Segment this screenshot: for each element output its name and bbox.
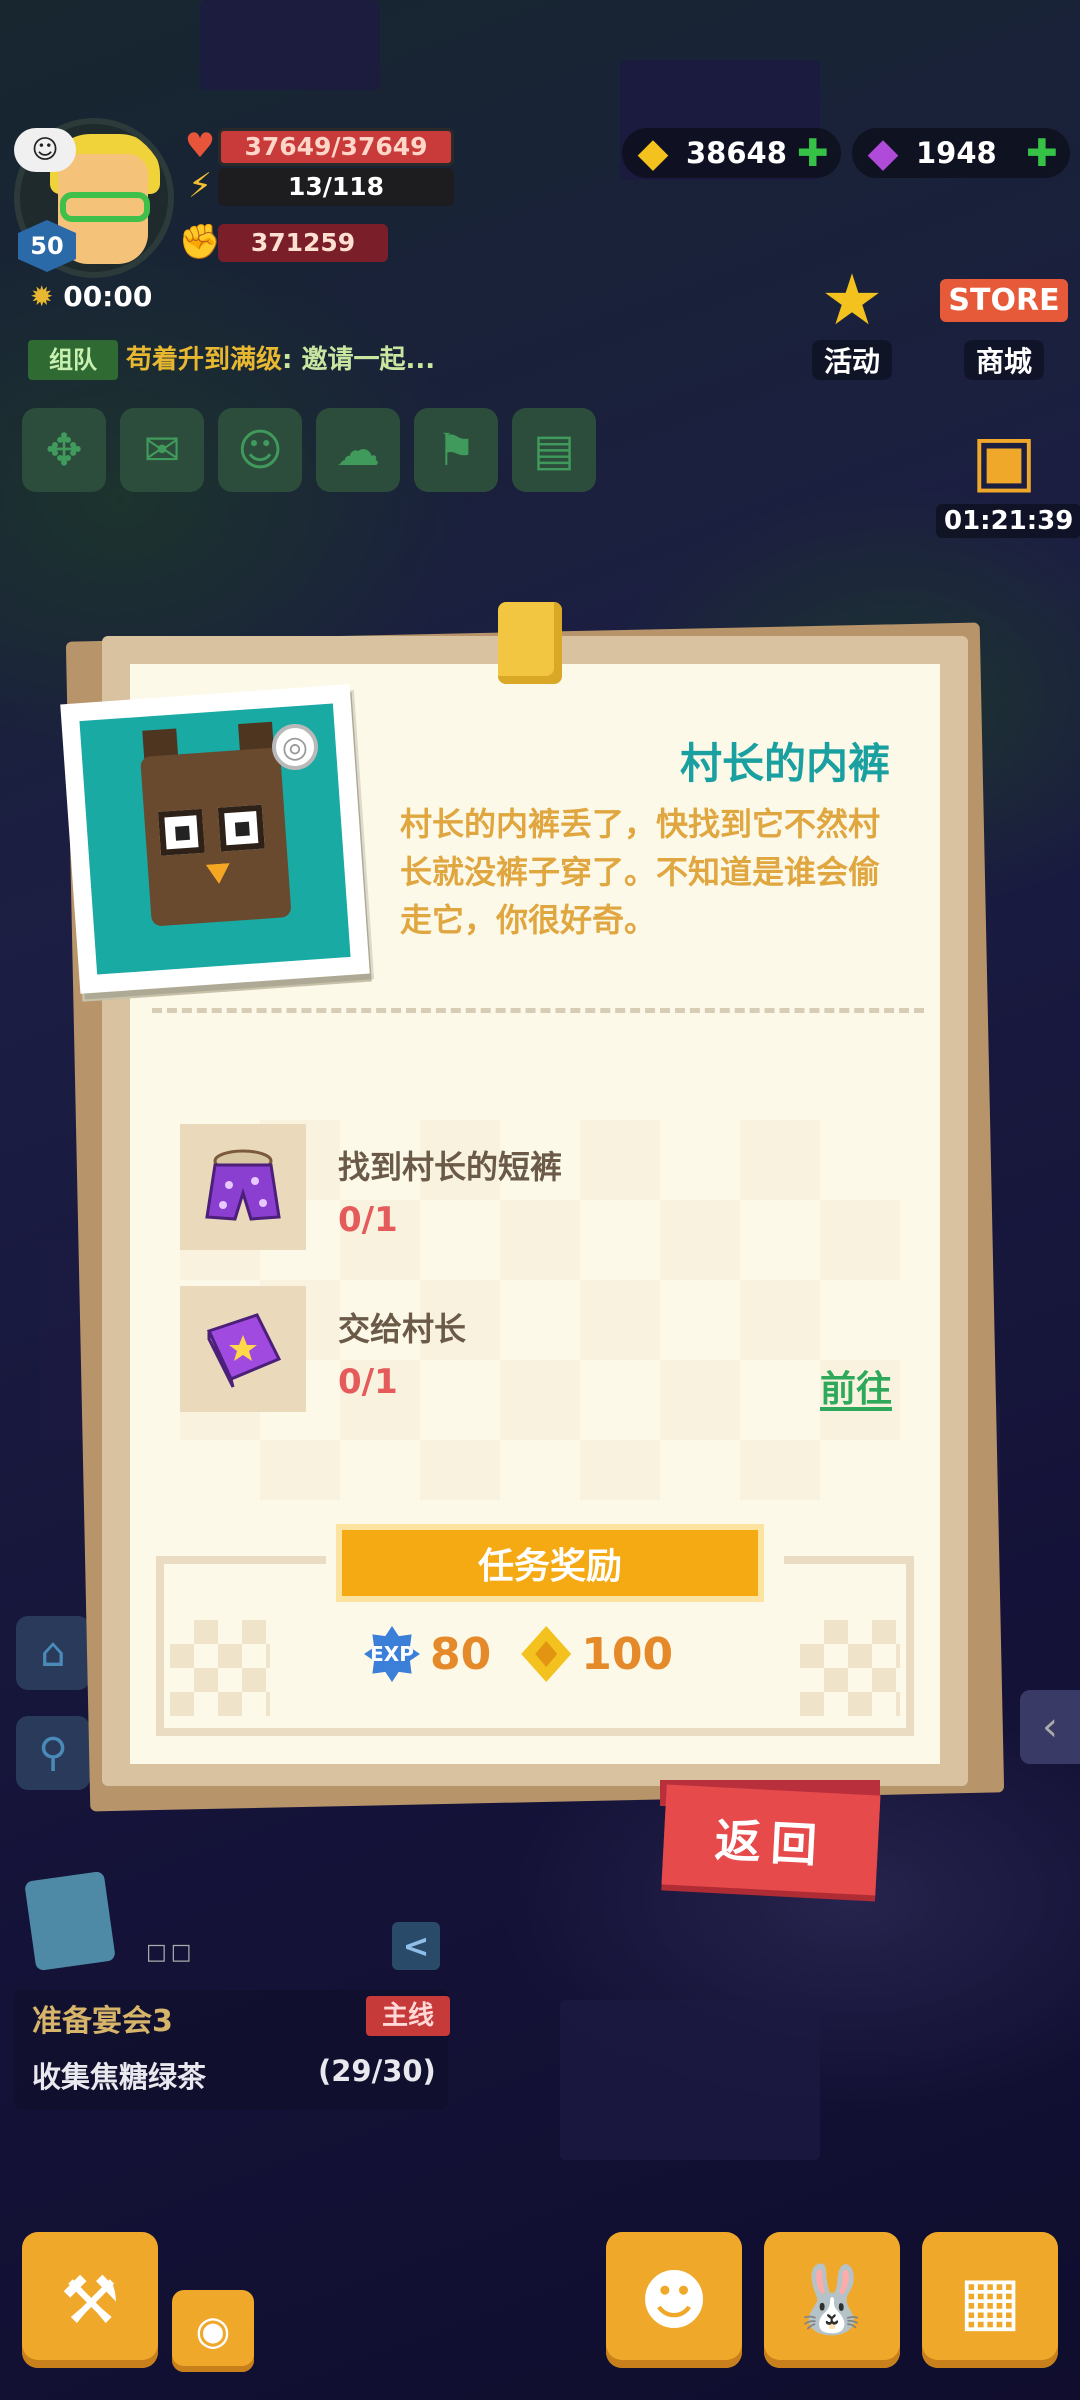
exp-amount: 80 bbox=[430, 1628, 492, 1680]
energy-row: ⚡ bbox=[178, 166, 222, 206]
mission-count: (29/30) bbox=[318, 2054, 436, 2088]
pets-button[interactable]: 🐰 bbox=[764, 2232, 900, 2368]
mission-objective: 收集焦糖绿茶 bbox=[32, 2060, 207, 2094]
store-icon: STORE bbox=[940, 250, 1068, 350]
hammer-icon: ⚒ bbox=[60, 2261, 120, 2339]
quest-description: 村长的内裤丢了，快找到它不然村长就没裤子穿了。不知道是谁会偷走它，你很好奇。 bbox=[400, 805, 881, 939]
task-name: 交给村长 bbox=[338, 1310, 467, 1348]
collapse-mission-button[interactable]: < bbox=[392, 1922, 440, 1970]
events-label: 活动 bbox=[811, 340, 892, 380]
gold-counter: ◆ 38648 ✚ bbox=[622, 128, 841, 178]
store-label: 商城 bbox=[963, 340, 1044, 380]
power-row: ✊ bbox=[178, 222, 222, 262]
task-item: 找到村长的短裤 0/1 bbox=[180, 1124, 880, 1250]
buff-timer: ✹ 00:00 bbox=[30, 280, 152, 313]
team-message[interactable]: 苟着升到满级: 邀请一起... bbox=[126, 340, 435, 380]
lightning-icon: ⚡ bbox=[188, 166, 212, 206]
reward-items: EXP 80 100 bbox=[364, 1626, 673, 1682]
home-button[interactable]: ⌂ bbox=[16, 1616, 90, 1690]
exp-icon: EXP bbox=[364, 1626, 420, 1682]
owl-eye-right bbox=[217, 804, 265, 852]
purple-gem-icon: ◆ bbox=[867, 130, 899, 176]
add-gem-icon[interactable]: ✚ bbox=[1026, 131, 1058, 175]
task-name: 找到村长的短裤 bbox=[338, 1148, 563, 1186]
book-icon bbox=[206, 1313, 282, 1388]
store-button[interactable]: STORE 商城 bbox=[940, 250, 1068, 380]
store-sign-text: STORE bbox=[940, 278, 1068, 322]
backpack-button[interactable]: ▦ bbox=[922, 2232, 1058, 2368]
main-quest-tag: 主线 bbox=[366, 1996, 450, 2036]
hammer-button[interactable]: ⚒ bbox=[22, 2232, 158, 2368]
reward-banner: 任务奖励 bbox=[336, 1524, 764, 1602]
character-button[interactable]: ☻ bbox=[606, 2232, 742, 2368]
chevron-left-icon: ‹ bbox=[1042, 1704, 1058, 1750]
quest-log-icon[interactable] bbox=[24, 1870, 116, 1972]
emote-bubble-icon[interactable]: ☺ bbox=[14, 128, 76, 172]
avatar-glasses bbox=[60, 192, 150, 222]
camera-button[interactable]: ◉ bbox=[172, 2290, 254, 2372]
team-tag[interactable]: 组队 bbox=[28, 340, 118, 380]
owl-eye-left bbox=[157, 808, 205, 856]
hp-value: 37649/37649 bbox=[218, 128, 454, 166]
gear-icon: ✹ bbox=[30, 280, 54, 313]
home-icon: ⌂ bbox=[40, 1630, 66, 1676]
backpack-icon: ▦ bbox=[958, 2261, 1022, 2339]
hp-row: ♥ bbox=[178, 126, 222, 166]
heart-icon: ♥ bbox=[184, 126, 216, 166]
gem-counter: ◆ 1948 ✚ bbox=[852, 128, 1070, 178]
pin-icon bbox=[498, 602, 562, 684]
buff-timer-text: 00:00 bbox=[63, 280, 153, 313]
gem-amount: 1948 bbox=[916, 136, 997, 170]
gold-coin-icon: ◆ bbox=[637, 130, 669, 176]
reward-pattern-left bbox=[170, 1620, 270, 1716]
quick-icon-row: ✥ ✉ ☺ ☁ ⚑ ▤ bbox=[22, 408, 596, 492]
gold-coin-icon bbox=[521, 1626, 572, 1682]
expand-right-button[interactable]: ‹ bbox=[1020, 1690, 1080, 1764]
power-value: 371259 bbox=[218, 224, 388, 262]
task-progress: 0/1 bbox=[338, 1200, 398, 1240]
location-button[interactable]: ⚲ bbox=[16, 1716, 90, 1790]
events-button[interactable]: ★ 活动 bbox=[792, 250, 912, 380]
goto-link[interactable]: 前往 bbox=[820, 1360, 892, 1412]
pets-icon: 🐰 bbox=[790, 2261, 874, 2338]
reward-pattern-right bbox=[800, 1620, 900, 1716]
star-chest-icon: ★ bbox=[820, 259, 884, 341]
target-icon: ◎ bbox=[272, 724, 318, 770]
gift-countdown: 01:21:39 bbox=[936, 504, 1080, 538]
shorts-icon bbox=[205, 1149, 281, 1221]
back-button[interactable]: 返回 bbox=[661, 1784, 881, 1896]
gold-reward: 100 bbox=[521, 1626, 673, 1682]
fist-icon: ✊ bbox=[178, 222, 222, 262]
chat-icon[interactable]: ☁ bbox=[316, 408, 400, 492]
mail-icon[interactable]: ✉ bbox=[120, 408, 204, 492]
shorts-item-thumb bbox=[180, 1124, 306, 1250]
gold-amount: 38648 bbox=[686, 136, 787, 170]
map-icon[interactable]: ⚑ bbox=[414, 408, 498, 492]
task-progress: 0/1 bbox=[338, 1362, 398, 1402]
gold-reward-amount: 100 bbox=[581, 1628, 674, 1680]
camera-icon: ◉ bbox=[195, 2308, 231, 2354]
gift-box-icon: ▣ bbox=[970, 419, 1038, 501]
exp-reward: EXP 80 bbox=[364, 1626, 491, 1682]
divider bbox=[152, 1008, 924, 1013]
task-item: 交给村长 0/1 bbox=[180, 1286, 880, 1412]
add-gold-icon[interactable]: ✚ bbox=[797, 131, 829, 175]
gift-box-button[interactable]: ▣ bbox=[944, 410, 1064, 510]
cross-arrows-icon[interactable]: ✥ bbox=[22, 408, 106, 492]
location-pin-icon: ⚲ bbox=[38, 1730, 68, 1776]
book-item-thumb bbox=[180, 1286, 306, 1412]
mission-title: 准备宴会3 bbox=[32, 2004, 173, 2039]
id-card-icon[interactable]: ▤ bbox=[512, 408, 596, 492]
friends-icon[interactable]: ☺ bbox=[218, 408, 302, 492]
energy-value: 13/118 bbox=[218, 168, 454, 206]
quest-title: 村长的内裤 bbox=[679, 739, 890, 788]
team-message-sender: 苟着升到满级 bbox=[126, 345, 283, 375]
team-message-text: : 邀请一起... bbox=[282, 345, 436, 375]
character-icon: ☻ bbox=[639, 2261, 709, 2339]
npc-portrait-photo bbox=[60, 684, 370, 994]
page-dots: □□ bbox=[146, 1940, 196, 1965]
